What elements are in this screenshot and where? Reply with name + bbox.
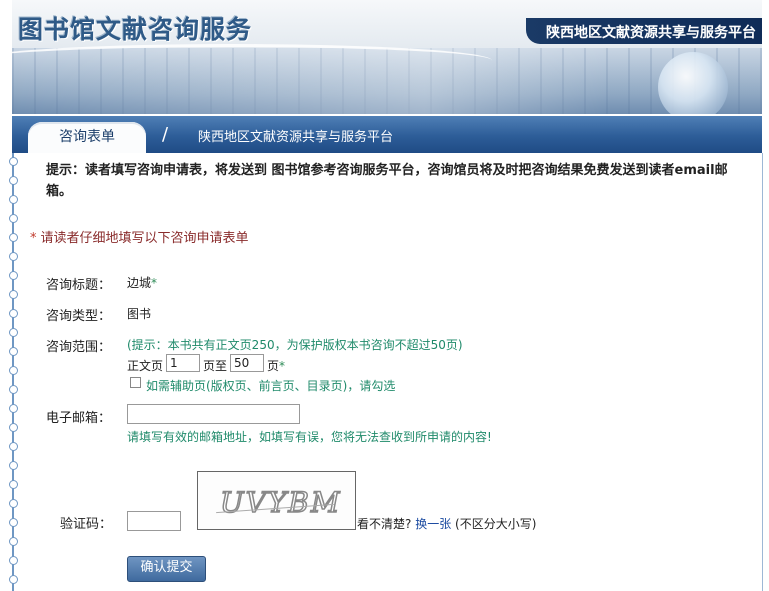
tab-consult-form[interactable]: 咨询表单 bbox=[28, 122, 146, 153]
binding-ring bbox=[9, 366, 18, 375]
required-mark: * bbox=[151, 276, 158, 290]
submit-button[interactable]: 确认提交 bbox=[127, 556, 206, 582]
binding-ring bbox=[9, 518, 18, 527]
binding-ring bbox=[9, 347, 18, 356]
binding-ring bbox=[9, 499, 18, 508]
email-input[interactable] bbox=[127, 404, 300, 424]
binding-ring bbox=[9, 214, 18, 223]
binding-ring bbox=[9, 442, 18, 451]
header-banner: 图书馆文献咨询服务 陕西地区文献资源共享与服务平台 bbox=[12, 0, 762, 114]
spiral-binding-decoration bbox=[9, 157, 18, 591]
title-label: 咨询标题： bbox=[46, 278, 112, 293]
required-mark: * bbox=[279, 359, 286, 373]
form-notice: * 请读者仔细地填写以下咨询申请表单 bbox=[30, 227, 249, 246]
nav-separator: / bbox=[162, 124, 169, 145]
title-value: 边城 bbox=[127, 276, 152, 290]
nav-bar: 咨询表单 / 陕西地区文献资源共享与服务平台 bbox=[12, 116, 762, 153]
binding-ring bbox=[9, 556, 18, 565]
page-mid: 页至 bbox=[203, 359, 228, 373]
binding-ring bbox=[9, 537, 18, 546]
captcha-input[interactable] bbox=[127, 511, 181, 531]
page-suffix-wrap: 页* bbox=[267, 357, 285, 374]
binding-ring bbox=[9, 195, 18, 204]
binding-ring bbox=[9, 271, 18, 280]
binding-ring bbox=[9, 252, 18, 261]
binding-ring bbox=[9, 328, 18, 337]
page-suffix: 页 bbox=[267, 359, 280, 373]
email-label: 电子邮箱： bbox=[46, 411, 112, 426]
binding-ring bbox=[9, 176, 18, 185]
title-value-wrap: 边城* bbox=[127, 274, 157, 291]
platform-title: 陕西地区文献资源共享与服务平台 bbox=[546, 25, 756, 41]
email-hint: 请填写有效的邮箱地址，如填写有误，您将无法查收到所申请的内容! bbox=[127, 430, 492, 444]
breadcrumb[interactable]: 陕西地区文献资源共享与服务平台 bbox=[198, 126, 393, 145]
binding-ring bbox=[9, 290, 18, 299]
aux-pages-label[interactable]: 如需辅助页(版权页、前言页、目录页)，请勾选 bbox=[146, 377, 395, 394]
captcha-help: 看不清楚? 换一张 (不区分大小写) bbox=[357, 515, 536, 532]
captcha-text: UVYBM bbox=[219, 485, 342, 520]
type-value: 图书 bbox=[127, 307, 152, 321]
captcha-unclear: 看不清楚? bbox=[357, 517, 412, 531]
binding-ring bbox=[9, 385, 18, 394]
site-logo: 图书馆文献咨询服务 bbox=[18, 15, 253, 44]
binding-ring bbox=[9, 461, 18, 470]
binding-ring bbox=[9, 575, 18, 584]
type-label: 咨询类型： bbox=[46, 309, 112, 324]
binding-ring bbox=[9, 423, 18, 432]
page-from-input[interactable] bbox=[166, 354, 200, 372]
range-hint: (提示：本书共有正文页250，为保护版权本书咨询不超过50页) bbox=[127, 338, 463, 352]
page-to-input[interactable] bbox=[230, 354, 264, 372]
tab-consult-form-label: 咨询表单 bbox=[59, 129, 115, 145]
captcha-label: 验证码： bbox=[60, 517, 113, 532]
notice-text: 请读者仔细地填写以下咨询申请表单 bbox=[40, 231, 249, 246]
binding-ring bbox=[9, 309, 18, 318]
page-prefix: 正文页 bbox=[127, 359, 164, 373]
tip-text: 提示：读者填写咨询申请表，将发送到 图书馆参考咨询服务平台，咨询馆员将及时把咨询… bbox=[46, 163, 728, 199]
captcha-image[interactable]: UVYBM bbox=[197, 471, 356, 530]
binding-ring bbox=[9, 480, 18, 489]
binding-ring bbox=[9, 233, 18, 242]
aux-pages-checkbox[interactable] bbox=[130, 377, 141, 388]
binding-ring bbox=[9, 157, 18, 166]
binding-ring bbox=[9, 404, 18, 413]
notice-star: * bbox=[30, 231, 37, 246]
globe-decoration bbox=[658, 52, 728, 114]
captcha-refresh-link[interactable]: 换一张 bbox=[415, 517, 451, 531]
range-label: 咨询范围： bbox=[46, 340, 112, 355]
captcha-case-note: (不区分大小写) bbox=[455, 517, 537, 531]
